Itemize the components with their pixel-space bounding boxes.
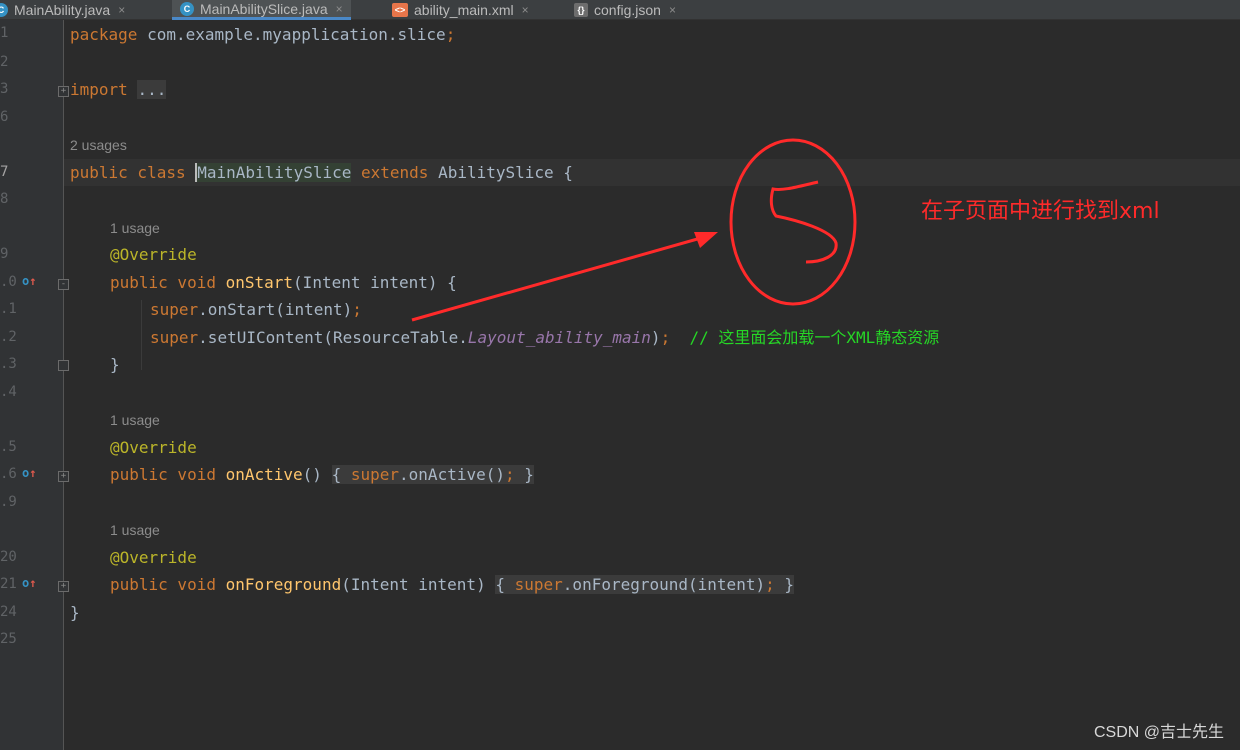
annotation-arrowhead	[694, 232, 718, 248]
watermark: CSDN @吉士先生	[1093, 724, 1224, 741]
annotation-circle	[729, 138, 857, 306]
annotation-overlay	[411, 138, 857, 322]
annotation-scribble	[769, 180, 838, 264]
annotation-arrow-line	[411, 234, 709, 322]
annotation-text: 在子页面中进行找到xml	[921, 199, 1160, 224]
